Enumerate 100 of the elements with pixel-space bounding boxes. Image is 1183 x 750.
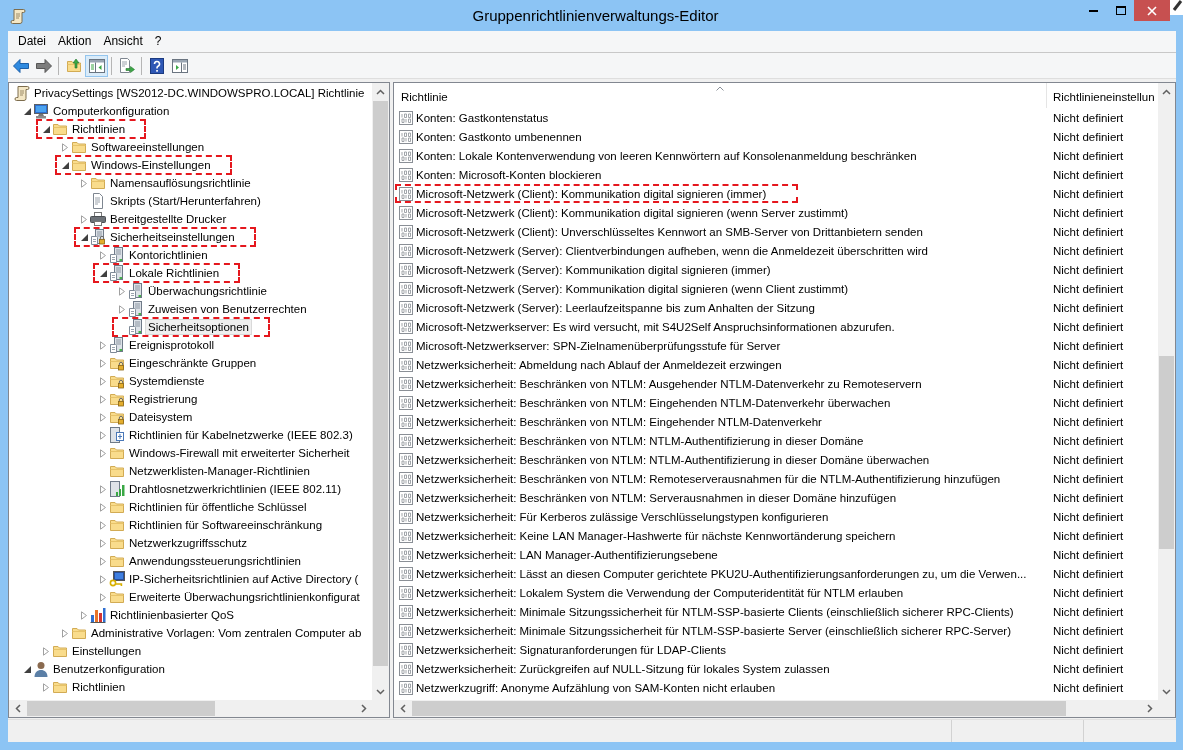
- policy-name[interactable]: Konten: Gastkontenstatus: [416, 111, 549, 124]
- triangle-right-icon[interactable]: [100, 358, 106, 368]
- menu-item[interactable]: Datei: [12, 32, 52, 51]
- policy-name[interactable]: Netzwerksicherheit: Zurückgreifen auf NULL-Sitzung für lokales System zulassen: [416, 662, 830, 675]
- triangle-right-icon[interactable]: [43, 682, 49, 692]
- policy-name[interactable]: Netzwerksicherheit: Für Kerberos zulässige Verschlüsselungstypen konfigurieren: [416, 510, 829, 523]
- triangle-right-icon[interactable]: [100, 412, 106, 422]
- policy-name[interactable]: Netzwerksicherheit: Beschränken von NTLM: NTLM-Authentifizierung in dieser Domäne: [416, 434, 864, 447]
- triangle-right-icon[interactable]: [100, 430, 106, 440]
- triangle-down-icon[interactable]: [99, 269, 107, 277]
- policy-name[interactable]: Microsoft-Netzwerk (Server): Kommunikation digital signieren (wenn Client zustimmt): [416, 282, 849, 295]
- triangle-right-icon[interactable]: [62, 628, 68, 638]
- triangle-right-icon[interactable]: [100, 556, 106, 566]
- scrollbar-thumb[interactable]: [27, 701, 215, 716]
- triangle-right-icon[interactable]: [100, 484, 106, 494]
- chevron-down-icon[interactable]: [376, 688, 385, 695]
- horizontal-scrollbar[interactable]: [9, 700, 372, 717]
- scrollbar-thumb[interactable]: [412, 701, 1066, 716]
- policy-name[interactable]: Netzwerkzugriff: Anonyme Aufzählung von SAM-Konten nicht erlauben: [416, 681, 776, 694]
- tree-item[interactable]: PrivacySettings [WS2012-DC.WINDOWSPRO.LOCAL] Richtlinie: [31, 85, 368, 101]
- policy-name[interactable]: Netzwerksicherheit: Lässt an diesen Computer gerichtete PKU2U-Authentifizierungsanforderungen zu, um die Verwen...: [416, 567, 1027, 580]
- menu-item[interactable]: Ansicht: [97, 32, 149, 51]
- tree-item[interactable]: Skripts (Start/Herunterfahren): [107, 193, 264, 209]
- tree-item[interactable]: Einstellungen: [69, 643, 145, 659]
- tree-item[interactable]: Ereignisprotokoll: [126, 337, 217, 353]
- tree-item[interactable]: Richtlinien für öffentliche Schlüssel: [126, 499, 310, 515]
- policy-name[interactable]: Konten: Microsoft-Konten blockieren: [416, 168, 602, 181]
- policy-name[interactable]: Konten: Lokale Kontenverwendung von leeren Kennwörtern auf Konsolenanmeldung beschränken: [416, 149, 917, 162]
- tree-item[interactable]: Namensauflösungsrichtlinie: [107, 175, 254, 191]
- triangle-right-icon[interactable]: [100, 502, 106, 512]
- triangle-right-icon[interactable]: [100, 574, 106, 584]
- tree-item[interactable]: Zuweisen von Benutzerrechten: [145, 301, 310, 317]
- tree-item[interactable]: Windows-Einstellungen: [88, 157, 214, 173]
- tree-item[interactable]: Benutzerkonfiguration: [50, 661, 168, 677]
- policy-name[interactable]: Microsoft-Netzwerkserver: SPN-Zielnamenüberprüfungsstufe für Server: [416, 339, 781, 352]
- tree-item[interactable]: Eingeschränkte Gruppen: [126, 355, 260, 371]
- vertical-scrollbar[interactable]: [1158, 83, 1175, 700]
- policy-name[interactable]: Netzwerksicherheit: LAN Manager-Authentifizierungsebene: [416, 548, 718, 561]
- triangle-right-icon[interactable]: [100, 448, 106, 458]
- policy-name[interactable]: Netzwerksicherheit: Lokalem System die Verwendung der Computeridentität für NTLM erlauben: [416, 586, 904, 599]
- triangle-right-icon[interactable]: [81, 178, 87, 188]
- tree-item[interactable]: Sicherheitseinstellungen: [107, 229, 238, 245]
- chevron-up-icon[interactable]: [1162, 88, 1171, 95]
- policy-name[interactable]: Microsoft-Netzwerkserver: Es wird versucht, mit S4U2Self Anspruchsinformationen abzurufen.: [416, 320, 895, 333]
- policy-name[interactable]: Netzwerksicherheit: Signaturanforderungen für LDAP-Clients: [416, 643, 726, 656]
- tree-item[interactable]: Kontorichtlinien: [126, 247, 211, 263]
- triangle-right-icon[interactable]: [100, 340, 106, 350]
- tree-item[interactable]: Erweiterte Überwachungsrichtlinienkonfigurat: [126, 589, 363, 605]
- tree-item[interactable]: Drahtlosnetzwerkrichtlinien (IEEE 802.11): [126, 481, 344, 497]
- menu-item[interactable]: Aktion: [52, 32, 98, 51]
- triangle-right-icon[interactable]: [100, 592, 106, 602]
- triangle-right-icon[interactable]: [100, 394, 106, 404]
- tree-item[interactable]: Computerkonfiguration: [50, 103, 173, 119]
- policy-name[interactable]: Netzwerksicherheit: Keine LAN Manager-Hashwerte für nächste Kennwortänderung speichern: [416, 529, 896, 542]
- policy-name[interactable]: Netzwerksicherheit: Beschränken von NTLM: Eingehender NTLM-Datenverkehr: [416, 415, 822, 428]
- tree-item[interactable]: Richtlinien für Softwareeinschränkung: [126, 517, 326, 533]
- policy-name[interactable]: Netzwerksicherheit: Minimale Sitzungssicherheit für NTLM-SSP-basierte Clients (einschließlich sicherer RPC-Clients): [416, 605, 1014, 618]
- triangle-right-icon[interactable]: [81, 214, 87, 224]
- triangle-right-icon[interactable]: [119, 286, 125, 296]
- tree-item[interactable]: Netzwerklisten-Manager-Richtlinien: [126, 463, 313, 479]
- policy-name[interactable]: Microsoft-Netzwerk (Client): Kommunikation digital signieren (immer): [416, 187, 767, 200]
- triangle-right-icon[interactable]: [81, 610, 87, 620]
- tree-item[interactable]: Administrative Vorlagen: Vom zentralen Computer ab: [88, 625, 365, 641]
- vertical-scrollbar[interactable]: [372, 83, 389, 700]
- tree-item[interactable]: IP-Sicherheitsrichtlinien auf Active Directory (: [126, 571, 362, 587]
- tree-item[interactable]: Windows-Firewall mit erweiterter Sicherheit: [126, 445, 353, 461]
- horizontal-scrollbar[interactable]: [394, 700, 1158, 717]
- policy-name[interactable]: Netzwerksicherheit: Beschränken von NTLM: Serverausnahmen in dieser Domäne hinzufügen: [416, 491, 897, 504]
- policy-name[interactable]: Netzwerksicherheit: Beschränken von NTLM: Ausgehender NTLM-Datenverkehr zu Remoteservern: [416, 377, 922, 390]
- triangle-right-icon[interactable]: [100, 520, 106, 530]
- triangle-right-icon[interactable]: [62, 142, 68, 152]
- triangle-right-icon[interactable]: [100, 250, 106, 260]
- policy-name[interactable]: Microsoft-Netzwerk (Server): Kommunikation digital signieren (immer): [416, 263, 771, 276]
- policy-name[interactable]: Microsoft-Netzwerk (Server): Leerlaufzeitspanne bis zum Anhalten der Sitzung: [416, 301, 815, 314]
- policy-name[interactable]: Netzwerksicherheit: Beschränken von NTLM: Remoteserverausnahmen für die NTLM-Authentifizierung hinzufügen: [416, 472, 1001, 485]
- triangle-right-icon[interactable]: [43, 646, 49, 656]
- tree-item[interactable]: Richtlinien: [69, 121, 129, 137]
- policy-name[interactable]: Netzwerksicherheit: Beschränken von NTLM: NTLM-Authentifizierung in dieser Domäne überwachen: [416, 453, 930, 466]
- triangle-down-icon[interactable]: [23, 107, 31, 115]
- chevron-up-icon[interactable]: [376, 88, 385, 95]
- tree-item[interactable]: Überwachungsrichtlinie: [145, 283, 270, 299]
- tree-item[interactable]: Richtlinien: [69, 679, 129, 695]
- column-header[interactable]: Richtlinie: [394, 83, 1046, 108]
- tree-item[interactable]: Netzwerkzugriffsschutz: [126, 535, 251, 551]
- tree-item[interactable]: Richtlinienbasierter QoS: [107, 607, 237, 623]
- tree-item[interactable]: Bereitgestellte Drucker: [107, 211, 230, 227]
- scrollbar-thumb[interactable]: [1159, 356, 1174, 549]
- tree-item[interactable]: Registrierung: [126, 391, 201, 407]
- tree-item[interactable]: Dateisystem: [126, 409, 196, 425]
- policy-name[interactable]: Microsoft-Netzwerk (Client): Unverschlüsseltes Kennwort an SMB-Server von Drittanbietern senden: [416, 225, 923, 238]
- chevron-left-icon[interactable]: [14, 704, 21, 713]
- triangle-right-icon[interactable]: [119, 304, 125, 314]
- policy-name[interactable]: Netzwerksicherheit: Beschränken von NTLM: Eingehenden NTLM-Datenverkehr überwachen: [416, 396, 891, 409]
- chevron-right-icon[interactable]: [360, 704, 367, 713]
- triangle-down-icon[interactable]: [80, 233, 88, 241]
- tree-item[interactable]: Anwendungssteuerungsrichtlinien: [126, 553, 304, 569]
- tree-item[interactable]: Softwareeinstellungen: [88, 139, 208, 155]
- triangle-down-icon[interactable]: [42, 125, 50, 133]
- triangle-right-icon[interactable]: [100, 538, 106, 548]
- menu-item[interactable]: ?: [148, 32, 168, 51]
